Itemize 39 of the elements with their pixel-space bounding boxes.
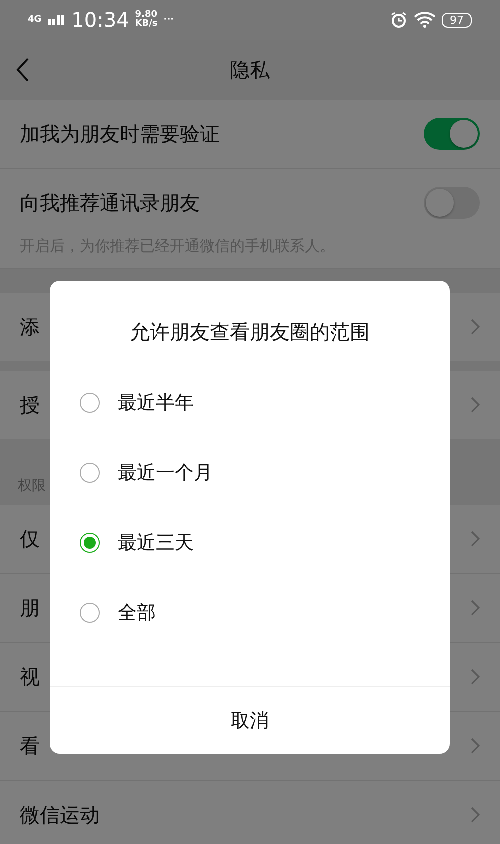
setting-label: 看	[20, 732, 40, 760]
network-label: 4G	[28, 16, 42, 24]
chevron-icon	[470, 531, 480, 547]
chevron-icon	[470, 669, 480, 685]
option-label[interactable]: 最近三天	[118, 530, 194, 556]
option-label[interactable]: 最近半年	[118, 390, 194, 416]
setting-label: 加我为朋友时需要验证	[20, 120, 220, 148]
radio-button[interactable]	[80, 533, 100, 553]
chevron-icon	[470, 807, 480, 823]
setting-label: 视	[20, 664, 40, 690]
page-title: 隐私	[230, 56, 270, 84]
network-speed: 9.80	[135, 11, 158, 20]
alarm-icon	[390, 11, 408, 29]
option-label[interactable]: 全部	[118, 600, 156, 626]
battery-level: 97	[442, 12, 472, 28]
chevron-icon	[470, 738, 480, 754]
chevron-icon	[470, 319, 480, 335]
setting-label: 朋	[20, 594, 40, 622]
toggle-switch[interactable]	[424, 118, 480, 150]
wifi-icon	[414, 12, 436, 28]
setting-label: 微信运动	[20, 802, 100, 828]
setting-label: 仅	[20, 526, 40, 552]
setting-label: 向我推荐通讯录朋友	[20, 190, 200, 216]
clock-time: 10:34	[72, 8, 130, 32]
radio-button[interactable]	[80, 463, 100, 483]
speed-unit: KB/s	[135, 20, 158, 29]
chevron-icon	[470, 600, 480, 616]
toggle-switch[interactable]	[424, 187, 480, 219]
setting-label: 授	[20, 392, 40, 418]
more-indicator: ···	[164, 16, 174, 24]
cancel-button[interactable]: 取消	[50, 686, 450, 754]
dialog-title: 允许朋友查看朋友圈的范围	[129, 319, 371, 346]
radio-button[interactable]	[80, 603, 100, 623]
back-icon[interactable]	[16, 58, 30, 82]
signal-icon	[48, 15, 66, 25]
chevron-icon	[470, 397, 480, 413]
radio-button[interactable]	[80, 393, 100, 413]
setting-label: 添	[20, 314, 40, 340]
option-label[interactable]: 最近一个月	[118, 460, 213, 486]
